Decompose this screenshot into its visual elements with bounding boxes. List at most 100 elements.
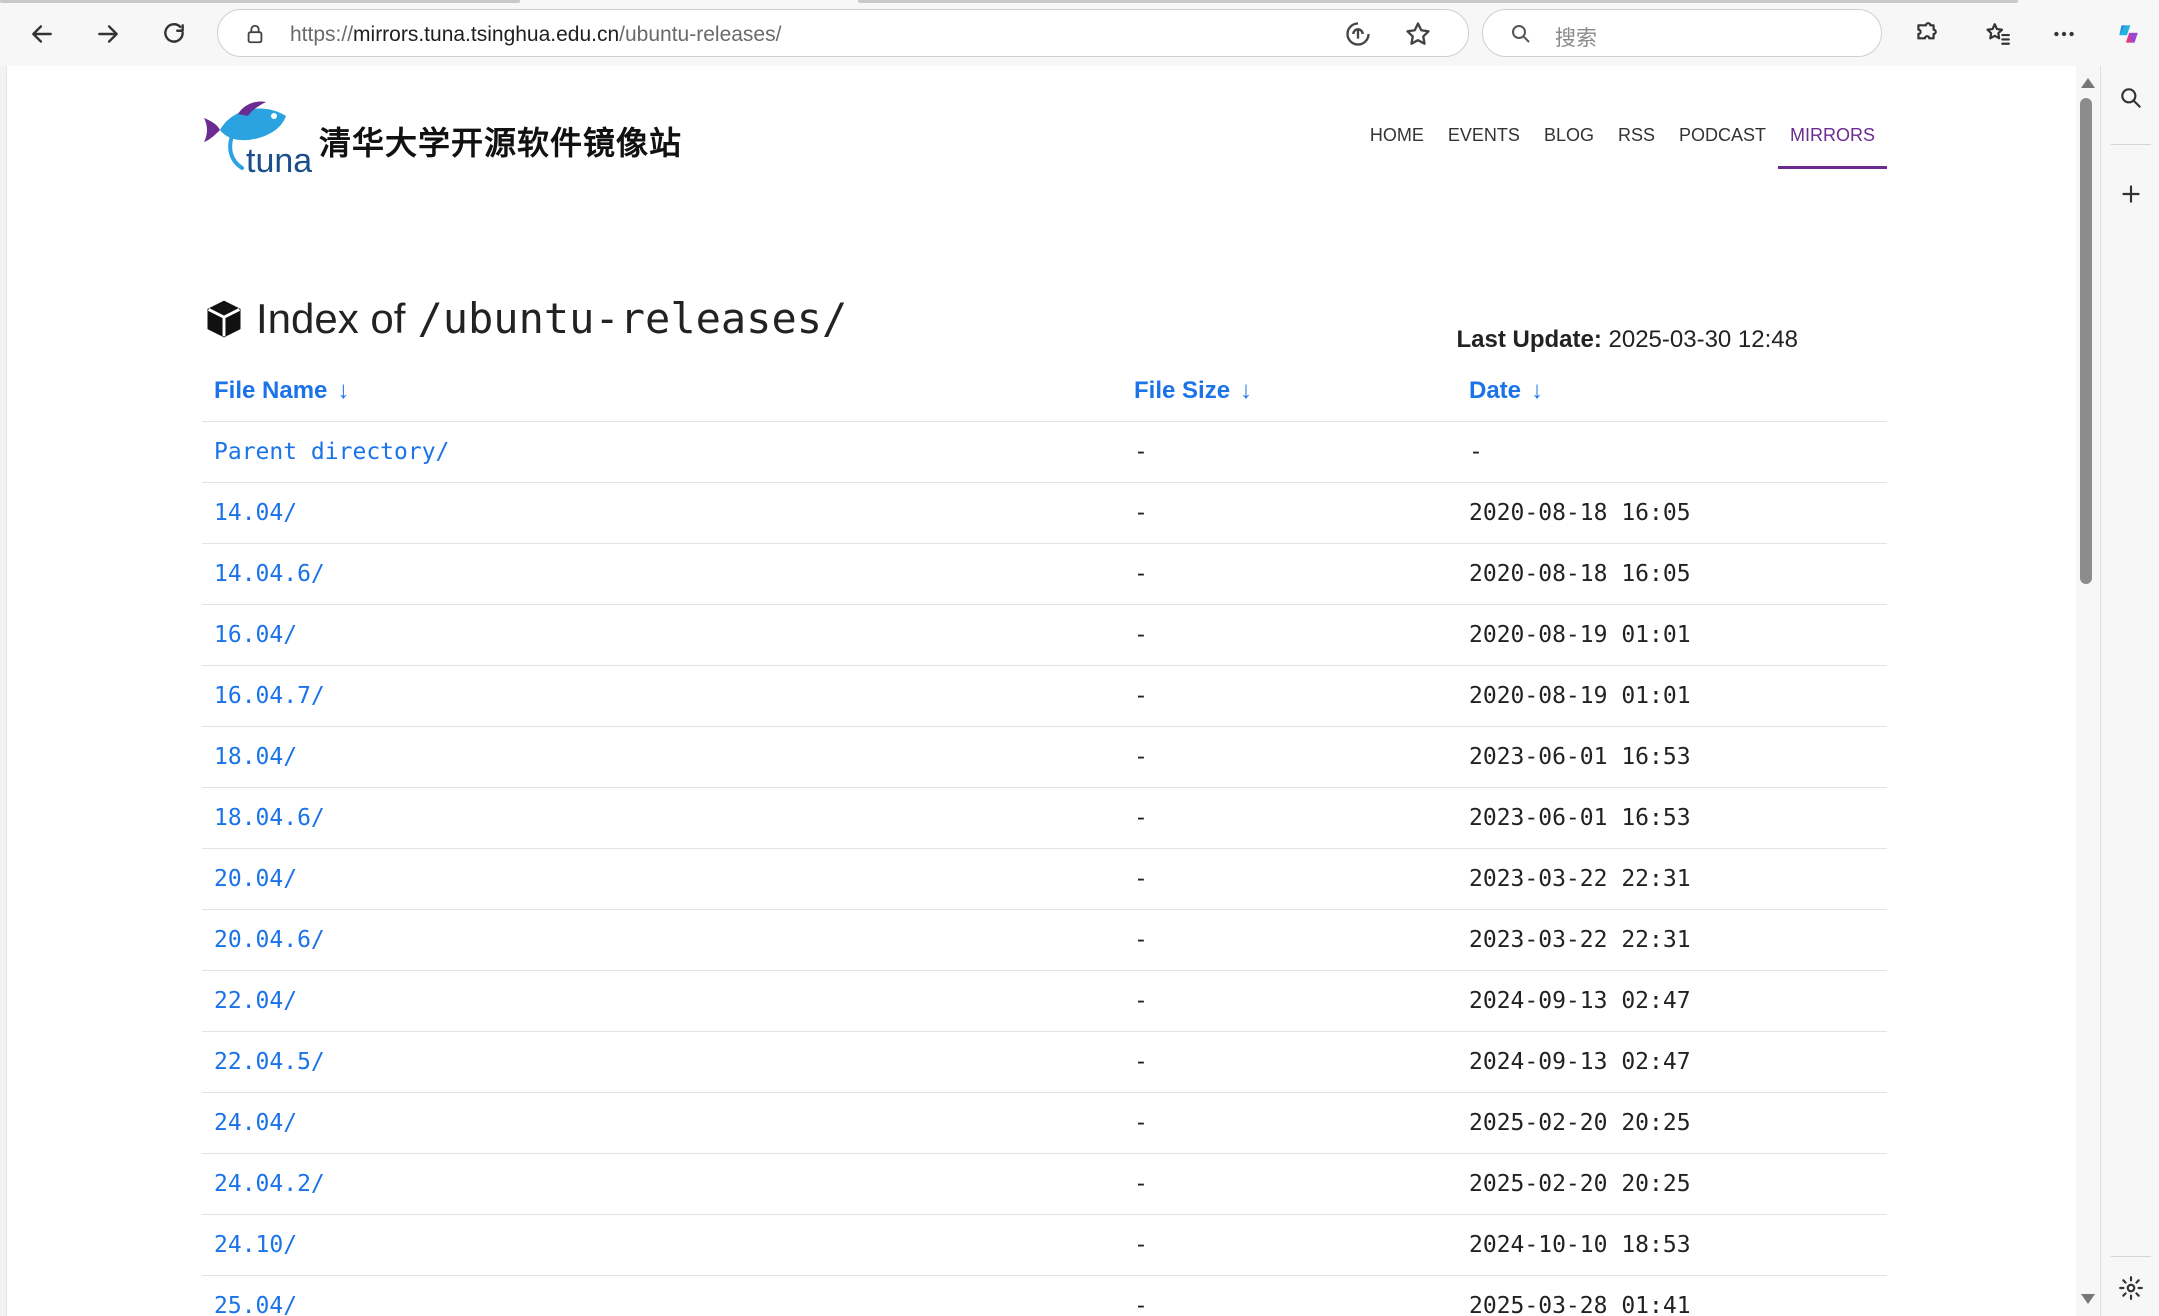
tab-indicator xyxy=(0,0,520,3)
copilot-icon xyxy=(2119,25,2138,43)
table-row: 20.04/ -2023-03-22 22:31 xyxy=(202,848,1887,910)
file-link[interactable]: 22.04/ xyxy=(214,988,297,1014)
cell-file-size: - xyxy=(1122,1031,1457,1093)
search-icon xyxy=(2121,88,2141,108)
sidebar-divider xyxy=(2111,1256,2151,1257)
cell-file-name: 24.10/ xyxy=(202,1214,1122,1276)
cell-file-size: - xyxy=(1122,604,1457,666)
cell-file-name: 14.04.6/ xyxy=(202,543,1122,605)
tab-strip xyxy=(0,0,2159,4)
sort-arrow-icon: ↓ xyxy=(1240,377,1253,404)
cell-date: 2023-06-01 16:53 xyxy=(1457,787,1887,849)
column-label: Date xyxy=(1469,377,1522,404)
column-date[interactable]: Date ↓ xyxy=(1457,361,1887,422)
cell-file-size: - xyxy=(1122,726,1457,788)
favorites-icon xyxy=(1986,23,2010,45)
file-link[interactable]: 20.04/ xyxy=(214,866,297,892)
address-bar[interactable]: https://mirrors.tuna.tsinghua.edu.cn/ubu… xyxy=(217,9,1469,57)
sidebar-add-button[interactable] xyxy=(2113,176,2149,212)
sort-arrow-icon: ↓ xyxy=(1531,377,1544,404)
column-file-size[interactable]: File Size ↓ xyxy=(1122,361,1457,422)
sort-arrow-icon: ↓ xyxy=(337,377,350,404)
extensions-button[interactable] xyxy=(1906,14,1946,54)
last-update-value: 2025-03-30 12:48 xyxy=(1608,326,1799,353)
file-link[interactable]: 22.04.5/ xyxy=(214,1049,325,1075)
tuna-logo[interactable]: tuna xyxy=(202,96,312,180)
back-button[interactable] xyxy=(22,14,62,54)
favorites-button[interactable] xyxy=(1978,14,2018,54)
immersive-reader-icon[interactable] xyxy=(1344,20,1372,48)
nav-blog[interactable]: BLOG xyxy=(1532,124,1606,166)
site-title[interactable]: 清华大学开源软件镜像站 xyxy=(319,118,682,164)
forward-button[interactable] xyxy=(88,14,128,54)
search-icon xyxy=(1512,25,1530,43)
scroll-down-icon[interactable] xyxy=(2081,1294,2095,1304)
cell-date: 2023-03-22 22:31 xyxy=(1457,848,1887,910)
reload-button[interactable] xyxy=(154,14,194,54)
cell-file-name: 22.04.5/ xyxy=(202,1031,1122,1093)
table-row: 14.04.6/ -2020-08-18 16:05 xyxy=(202,543,1887,605)
url-text[interactable]: https://mirrors.tuna.tsinghua.edu.cn/ubu… xyxy=(290,23,781,47)
column-label: File Name xyxy=(214,377,328,404)
file-link[interactable]: 24.10/ xyxy=(214,1232,297,1258)
file-link[interactable]: 16.04/ xyxy=(214,622,297,648)
scroll-up-icon[interactable] xyxy=(2081,78,2095,88)
sidebar-search-button[interactable] xyxy=(2113,80,2149,116)
url-host: mirrors.tuna.tsinghua.edu.cn xyxy=(353,23,620,46)
tuna-fish-icon: tuna xyxy=(204,101,312,180)
copilot-button[interactable] xyxy=(2108,14,2148,54)
cell-date: 2023-06-01 16:53 xyxy=(1457,726,1887,788)
cell-date: 2025-03-28 01:41 xyxy=(1457,1275,1887,1316)
gear-icon xyxy=(2119,1276,2143,1300)
cell-file-size: - xyxy=(1122,1153,1457,1215)
reload-icon xyxy=(164,23,184,43)
file-link[interactable]: 18.04.6/ xyxy=(214,805,325,831)
table-row: 24.04.2/ -2025-02-20 20:25 xyxy=(202,1153,1887,1215)
table-row: 25.04/ -2025-03-28 01:41 xyxy=(202,1275,1887,1316)
cell-file-name: 18.04.6/ xyxy=(202,787,1122,849)
file-link[interactable]: 16.04.7/ xyxy=(214,683,325,709)
arrow-right-icon xyxy=(98,25,118,43)
cell-file-size: - xyxy=(1122,970,1457,1032)
nav-events[interactable]: EVENTS xyxy=(1436,124,1532,166)
page-scrollbar[interactable] xyxy=(2076,66,2100,1316)
column-label: File Size xyxy=(1134,377,1231,404)
cell-file-size: - xyxy=(1122,1214,1457,1276)
cell-file-name: 16.04.7/ xyxy=(202,665,1122,727)
file-link[interactable]: 24.04.2/ xyxy=(214,1171,325,1197)
file-link[interactable]: 25.04/ xyxy=(214,1293,297,1316)
cell-date: 2020-08-18 16:05 xyxy=(1457,543,1887,605)
nav-rss[interactable]: RSS xyxy=(1606,124,1667,166)
table-row: 22.04.5/ -2024-09-13 02:47 xyxy=(202,1031,1887,1093)
nav-home[interactable]: HOME xyxy=(1358,124,1436,166)
search-box[interactable]: 搜索 xyxy=(1482,9,1882,57)
table-row: 24.10/ -2024-10-10 18:53 xyxy=(202,1214,1887,1276)
lock-icon[interactable] xyxy=(244,23,266,45)
more-button[interactable] xyxy=(2044,14,2084,54)
last-update-label: Last Update: xyxy=(1456,326,1602,353)
file-link[interactable]: 24.04/ xyxy=(214,1110,297,1136)
page-title: Index of /ubuntu-releases/ xyxy=(202,294,847,343)
file-link[interactable]: 14.04/ xyxy=(214,500,297,526)
file-link[interactable]: 20.04.6/ xyxy=(214,927,325,953)
nav-mirrors[interactable]: MIRRORS xyxy=(1778,124,1887,169)
browser-toolbar: https://mirrors.tuna.tsinghua.edu.cn/ubu… xyxy=(0,0,2159,66)
table-row: 22.04/ -2024-09-13 02:47 xyxy=(202,970,1887,1032)
file-link[interactable]: 18.04/ xyxy=(214,744,297,770)
star-icon[interactable] xyxy=(1404,20,1432,48)
nav-podcast[interactable]: PODCAST xyxy=(1667,124,1778,166)
cell-file-size: - xyxy=(1122,848,1457,910)
svg-text:tuna: tuna xyxy=(246,142,312,176)
column-file-name[interactable]: File Name ↓ xyxy=(202,361,1122,422)
table-row: Parent directory/ - - xyxy=(202,421,1887,483)
sidebar-settings-button[interactable] xyxy=(2113,1270,2149,1306)
scrollbar-thumb[interactable] xyxy=(2080,98,2092,584)
file-link[interactable]: 14.04.6/ xyxy=(214,561,325,587)
cell-date: 2020-08-18 16:05 xyxy=(1457,482,1887,544)
table-row: 18.04.6/ -2023-06-01 16:53 xyxy=(202,787,1887,849)
search-placeholder: 搜索 xyxy=(1555,27,1597,50)
file-link[interactable]: Parent directory/ xyxy=(214,439,449,465)
cell-date: 2025-02-20 20:25 xyxy=(1457,1153,1887,1215)
table-row: 16.04/ -2020-08-19 01:01 xyxy=(202,604,1887,666)
arrow-left-icon xyxy=(32,25,52,43)
